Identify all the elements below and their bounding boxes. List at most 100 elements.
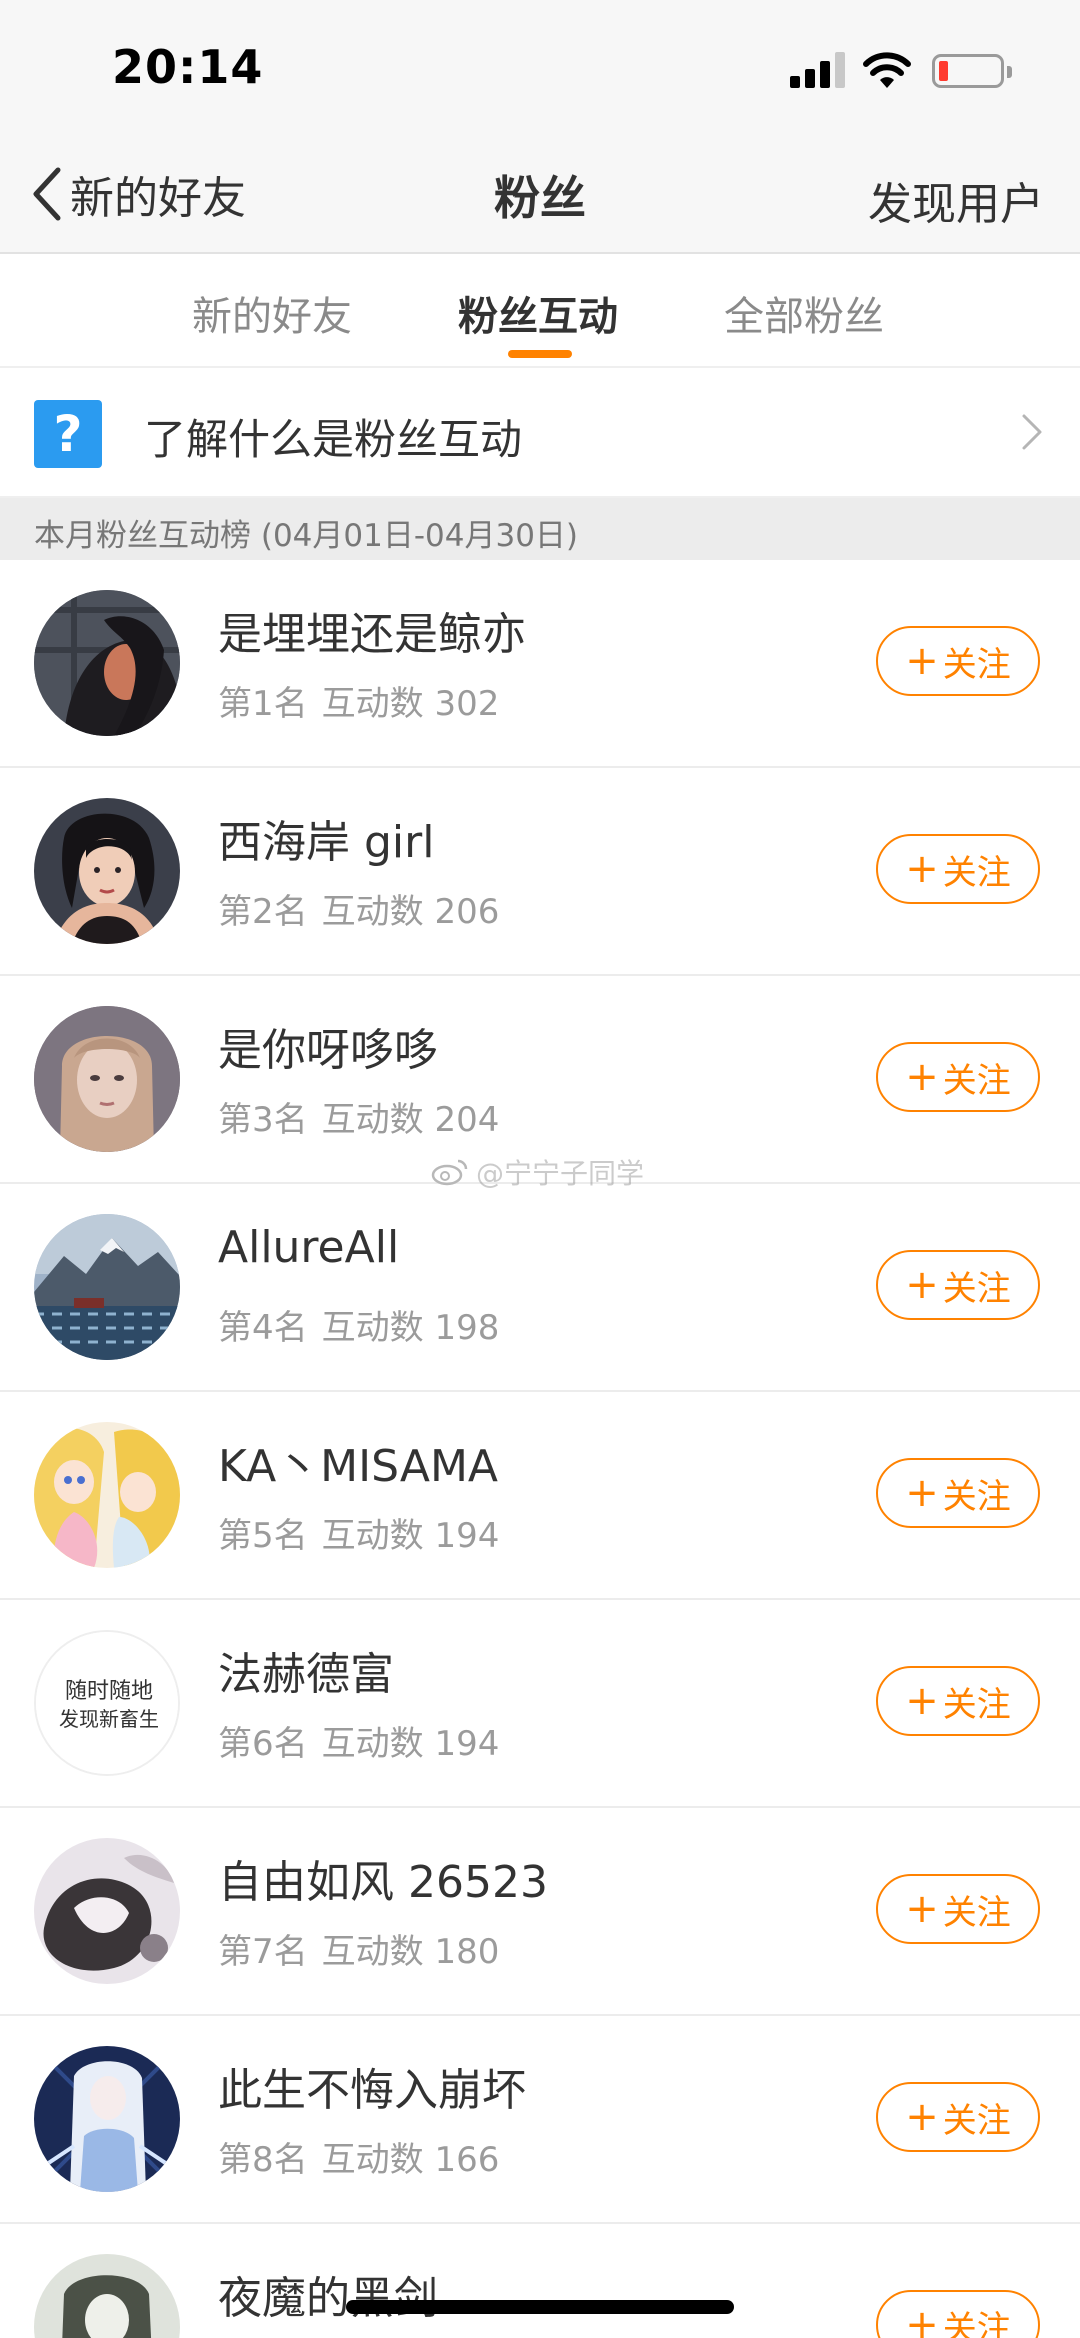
plus-icon: + [905,1678,939,1724]
discover-users-button[interactable]: 发现用户 [868,168,1044,232]
plus-icon: + [905,1262,939,1308]
avatar-text-line2: 发现新畜生 [59,1707,159,1731]
help-text: 了解什么是粉丝互动 [144,415,523,464]
cellular-signal-icon [790,52,846,88]
follow-label: 关注 [942,2100,1011,2141]
question-icon: ? [34,400,102,468]
avatar[interactable] [34,1838,180,1984]
watermark: @宁宁子同学 [430,1152,644,1192]
fan-interaction-count: 互动数 206 [321,892,500,932]
fan-rank: 第8名 [218,2140,308,2180]
follow-label: 关注 [942,1268,1011,1309]
wifi-icon [863,52,911,88]
fan-stats: 第2名 互动数 206 [218,884,499,933]
chevron-right-icon [1022,414,1042,450]
fan-name: AllureAll [218,1222,400,1273]
follow-label: 关注 [942,852,1011,893]
fan-interaction-count: 互动数 194 [321,1724,500,1764]
fan-stats: 第8名 互动数 166 [218,2132,499,2181]
watermark-text: @宁宁子同学 [476,1157,645,1190]
avatar[interactable] [34,1214,180,1360]
follow-button[interactable]: + 关注 [876,2290,1040,2338]
fan-stats: 第6名 互动数 194 [218,1716,499,1765]
back-button[interactable]: 新的好友 [28,162,246,226]
follow-label: 关注 [942,644,1011,685]
fan-interaction-count: 互动数 166 [321,2140,500,2180]
status-bar: 20:14 [0,0,1080,140]
avatar[interactable] [34,798,180,944]
fan-stats: 第4名 互动数 198 [218,1300,499,1349]
active-tab-indicator [508,350,572,358]
fan-stats: 第5名 互动数 194 [218,1508,499,1557]
follow-button[interactable]: + 关注 [876,1666,1040,1736]
follow-label: 关注 [942,1892,1011,1933]
ranking-section-header: 本月粉丝互动榜 (04月01日-04月30日) [0,498,1080,560]
list-item[interactable]: 是埋埋还是鲸亦 第1名 互动数 302 + 关注 [0,560,1080,768]
tab-all-fans[interactable]: 全部粉丝 [724,284,884,342]
plus-icon: + [905,638,939,684]
list-item[interactable]: 自由如风 26523 第7名 互动数 180 + 关注 [0,1808,1080,2016]
battery-icon [932,54,1012,88]
tab-fan-interaction[interactable]: 粉丝互动 [458,284,618,342]
avatar[interactable] [34,1006,180,1152]
plus-icon: + [905,2094,939,2140]
fan-interaction-count: 互动数 194 [321,1516,500,1556]
follow-label: 关注 [942,1684,1011,1725]
follow-button[interactable]: + 关注 [876,626,1040,696]
fan-stats: 第1名 互动数 302 [218,676,499,725]
fan-name: 自由如风 26523 [218,1857,548,1908]
follow-button[interactable]: + 关注 [876,1874,1040,1944]
plus-icon: + [905,2302,939,2338]
ranking-period-label: 本月粉丝互动榜 (04月01日-04月30日) [34,518,579,554]
fan-rank: 第3名 [218,1100,308,1140]
fan-interaction-count: 互动数 204 [321,1100,500,1140]
list-item[interactable]: 夜魔的黑剑 + 关注 [0,2224,1080,2338]
list-item[interactable]: 此生不悔入崩坏 第8名 互动数 166 + 关注 [0,2016,1080,2224]
back-label: 新的好友 [70,173,246,224]
home-indicator[interactable] [346,2300,734,2314]
fan-name: KA丶MISAMA [218,1441,499,1492]
plus-icon: + [905,1054,939,1100]
follow-label: 关注 [942,1476,1011,1517]
avatar[interactable] [34,590,180,736]
follow-button[interactable]: + 关注 [876,1458,1040,1528]
list-item[interactable]: 西海岸 girl 第2名 互动数 206 + 关注 [0,768,1080,976]
fan-interaction-count: 互动数 302 [321,684,500,724]
fan-rank: 第6名 [218,1724,308,1764]
plus-icon: + [905,846,939,892]
fan-ranking-list: 是埋埋还是鲸亦 第1名 互动数 302 + 关注 西海岸 girl 第2名 互动数 2… [0,560,1080,2338]
avatar[interactable]: 随时随地 发现新畜生 [34,1630,180,1776]
avatar-text-line1: 随时随地 [65,1679,153,1704]
chevron-left-icon [33,167,61,221]
follow-button[interactable]: + 关注 [876,2082,1040,2152]
plus-icon: + [905,1886,939,1932]
avatar[interactable] [34,1422,180,1568]
avatar[interactable] [34,2046,180,2192]
list-item[interactable]: KA丶MISAMA 第5名 互动数 194 + 关注 [0,1392,1080,1600]
fan-stats: 第3名 互动数 204 [218,1092,499,1141]
fan-stats: 第7名 互动数 180 [218,1924,499,1973]
follow-label: 关注 [942,1060,1011,1101]
fan-rank: 第1名 [218,684,308,724]
fan-rank: 第4名 [218,1308,308,1348]
fan-interaction-help-row[interactable]: ? 了解什么是粉丝互动 [0,368,1080,498]
tab-bar: 新的好友 粉丝互动 全部粉丝 [0,254,1080,368]
follow-button[interactable]: + 关注 [876,834,1040,904]
list-item[interactable]: AllureAll 第4名 互动数 198 + 关注 [0,1184,1080,1392]
fan-interaction-count: 互动数 180 [321,1932,500,1972]
follow-button[interactable]: + 关注 [876,1042,1040,1112]
page-title: 粉丝 [494,171,586,225]
fan-name: 是埋埋还是鲸亦 [218,609,526,660]
nav-bar: 新的好友 粉丝 发现用户 [0,140,1080,254]
list-item[interactable]: 随时随地 发现新畜生 法赫德富 第6名 互动数 194 + 关注 [0,1600,1080,1808]
follow-button[interactable]: + 关注 [876,1250,1040,1320]
fan-interaction-count: 互动数 198 [321,1308,500,1348]
fan-rank: 第2名 [218,892,308,932]
tab-new-friends[interactable]: 新的好友 [192,284,352,342]
status-time: 20:14 [112,40,264,94]
plus-icon: + [905,1470,939,1516]
follow-label: 关注 [942,2308,1011,2338]
weibo-icon [431,1159,468,1186]
avatar[interactable] [34,2254,180,2338]
fan-name: 法赫德富 [218,1649,394,1700]
